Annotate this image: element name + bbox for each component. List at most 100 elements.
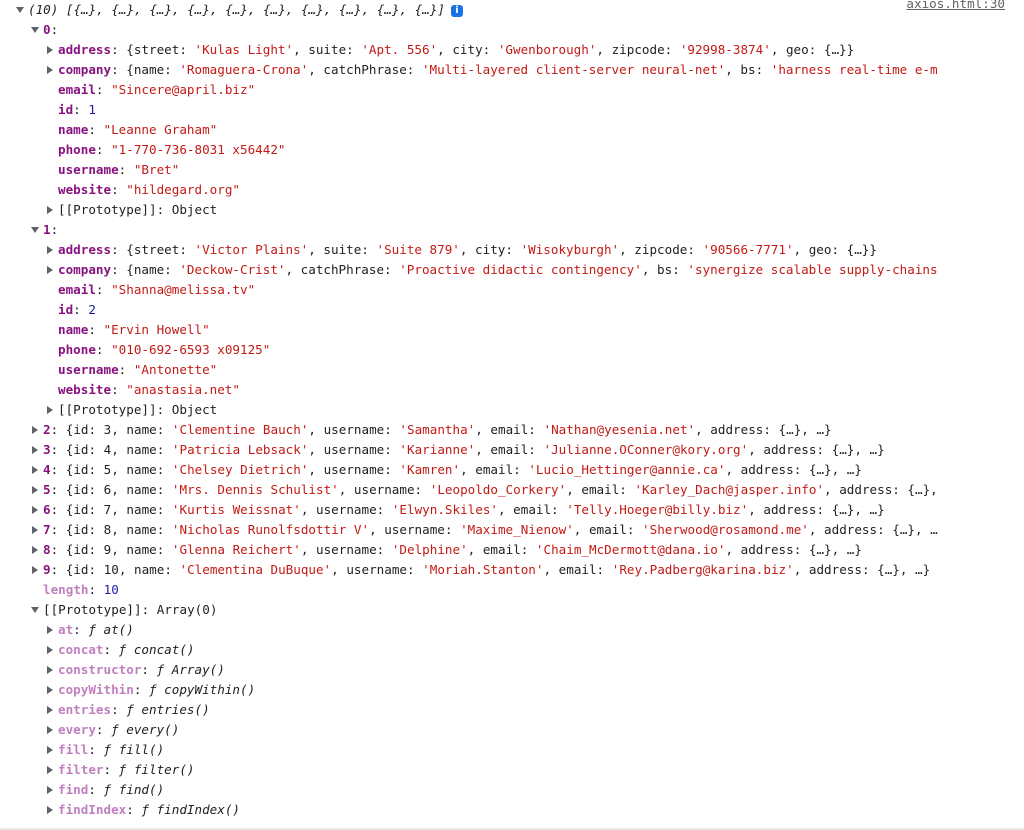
prototype-row[interactable]: [[Prototype]]: Array(0) (0, 600, 1024, 620)
array-item-row[interactable]: 7: {id: 8, name: 'Nicholas Runolfsdottir… (0, 520, 1024, 540)
punctuation: , username: (338, 482, 430, 497)
expand-arrow-right-icon[interactable] (45, 200, 55, 220)
info-icon[interactable]: i (451, 4, 464, 17)
string-value: "Bret" (133, 162, 180, 177)
expand-arrow-right-icon[interactable] (45, 240, 55, 260)
expand-arrow-right-icon[interactable] (30, 540, 40, 560)
property-row[interactable]: company: {name: 'Deckow-Crist', catchPhr… (0, 260, 1024, 280)
property-row[interactable]: company: {name: 'Romaguera-Crona', catch… (0, 60, 1024, 80)
array-index-key: 1 (43, 222, 51, 237)
line-content: 1: (43, 222, 59, 237)
string-value: 'Maxime_Nienow' (460, 522, 574, 537)
expand-arrow-down-icon[interactable] (30, 220, 40, 240)
string-value: 'Samantha' (399, 422, 476, 437)
property-row[interactable]: [[Prototype]]: Object (0, 200, 1024, 220)
punctuation: {name: (126, 262, 180, 277)
punctuation: {name: (126, 62, 180, 77)
string-value: 'Patricia Lebsack' (171, 442, 309, 457)
string-value: 'Deckow-Crist' (179, 262, 286, 277)
expand-arrow-right-icon[interactable] (30, 500, 40, 520)
method-key: fill (58, 742, 89, 757)
array-item-row[interactable]: 1: (0, 220, 1024, 240)
method-row[interactable]: filter: ƒ filter() (0, 760, 1024, 780)
method-row[interactable]: at: ƒ at() (0, 620, 1024, 640)
expand-arrow-down-icon[interactable] (15, 0, 25, 20)
method-row[interactable]: fill: ƒ fill() (0, 740, 1024, 760)
method-row[interactable]: copyWithin: ƒ copyWithin() (0, 680, 1024, 700)
array-summary-row[interactable]: (10) [{…}, {…}, {…}, {…}, {…}, {…}, {…},… (0, 0, 1024, 20)
array-item-row[interactable]: 5: {id: 6, name: 'Mrs. Dennis Schulist',… (0, 480, 1024, 500)
expand-arrow-right-icon[interactable] (45, 780, 55, 800)
array-item-row[interactable]: 0: (0, 20, 1024, 40)
string-value: 'Chaim_McDermott@dana.io' (535, 542, 726, 557)
punctuation: {id: 5, name: (65, 462, 172, 477)
expand-arrow-right-icon[interactable] (45, 40, 55, 60)
expand-arrow-right-icon[interactable] (45, 760, 55, 780)
expand-arrow-right-icon[interactable] (45, 700, 55, 720)
expand-arrow-right-icon[interactable] (45, 400, 55, 420)
property-row: name: "Leanne Graham" (0, 120, 1024, 140)
string-value: 'harness real-time e-m (770, 62, 938, 77)
property-row: username: "Bret" (0, 160, 1024, 180)
array-item-row[interactable]: 9: {id: 10, name: 'Clementina DuBuque', … (0, 560, 1024, 580)
line-content: 3: {id: 4, name: 'Patricia Lebsack', use… (43, 442, 885, 457)
method-row[interactable]: every: ƒ every() (0, 720, 1024, 740)
string-value: '92998-3874' (679, 42, 771, 57)
punctuation: , bs: (641, 262, 688, 277)
expand-arrow-right-icon[interactable] (30, 480, 40, 500)
array-item-row[interactable]: 4: {id: 5, name: 'Chelsey Dietrich', use… (0, 460, 1024, 480)
expand-arrow-right-icon[interactable] (45, 640, 55, 660)
method-row[interactable]: find: ƒ find() (0, 780, 1024, 800)
punctuation: , geo: {…}} (770, 42, 855, 57)
line-content: 0: (43, 22, 59, 37)
property-key: email (58, 282, 96, 297)
expand-arrow-right-icon[interactable] (45, 260, 55, 280)
expand-arrow-right-icon[interactable] (45, 60, 55, 80)
method-row[interactable]: concat: ƒ concat() (0, 640, 1024, 660)
expand-arrow-right-icon[interactable] (45, 680, 55, 700)
line-content: at: ƒ at() (58, 622, 134, 637)
property-row: username: "Antonette" (0, 360, 1024, 380)
expand-arrow-right-icon[interactable] (30, 520, 40, 540)
method-key: at (58, 622, 74, 637)
expand-arrow-right-icon[interactable] (30, 420, 40, 440)
expand-arrow-right-icon[interactable] (30, 560, 40, 580)
property-key: phone (58, 142, 96, 157)
expand-arrow-right-icon[interactable] (45, 620, 55, 640)
property-row[interactable]: address: {street: 'Kulas Light', suite: … (0, 40, 1024, 60)
line-content: website: "hildegard.org" (58, 182, 240, 197)
punctuation: , zipcode: (596, 42, 680, 57)
expand-arrow-right-icon[interactable] (45, 660, 55, 680)
function-icon: ƒ (149, 682, 165, 697)
expand-arrow-right-icon[interactable] (45, 800, 55, 820)
line-content: id: 1 (58, 102, 96, 117)
property-key: email (58, 82, 96, 97)
array-item-row[interactable]: 6: {id: 7, name: 'Kurtis Weissnat', user… (0, 500, 1024, 520)
expand-arrow-down-icon[interactable] (30, 20, 40, 40)
expand-arrow-right-icon[interactable] (30, 460, 40, 480)
expand-arrow-right-icon[interactable] (30, 440, 40, 460)
property-key: username (58, 162, 119, 177)
property-row: phone: "010-692-6593 x09125" (0, 340, 1024, 360)
array-item-row[interactable]: 2: {id: 3, name: 'Clementine Bauch', use… (0, 420, 1024, 440)
array-item-row[interactable]: 3: {id: 4, name: 'Patricia Lebsack', use… (0, 440, 1024, 460)
property-row[interactable]: [[Prototype]]: Object (0, 400, 1024, 420)
array-item-row[interactable]: 8: {id: 9, name: 'Glenna Reichert', user… (0, 540, 1024, 560)
expand-arrow-down-icon[interactable] (30, 600, 40, 620)
method-row[interactable]: constructor: ƒ Array() (0, 660, 1024, 680)
punctuation: , username: (369, 522, 461, 537)
string-value: 'Kurtis Weissnat' (171, 502, 301, 517)
expand-arrow-right-icon[interactable] (45, 720, 55, 740)
property-row[interactable]: address: {street: 'Victor Plains', suite… (0, 240, 1024, 260)
prototype-key: [[Prototype]] (43, 602, 142, 617)
array-index-key: 9 (43, 562, 51, 577)
function-icon: ƒ (88, 622, 104, 637)
punctuation: , email: (573, 522, 643, 537)
expand-arrow-right-icon[interactable] (45, 740, 55, 760)
punctuation: , email: (467, 542, 536, 557)
line-content: 2: {id: 3, name: 'Clementine Bauch', use… (43, 422, 832, 437)
method-row[interactable]: entries: ƒ entries() (0, 700, 1024, 720)
method-row[interactable]: findIndex: ƒ findIndex() (0, 800, 1024, 820)
string-value: 'Clementina DuBuque' (179, 562, 332, 577)
punctuation: {id: 3, name: (65, 422, 172, 437)
